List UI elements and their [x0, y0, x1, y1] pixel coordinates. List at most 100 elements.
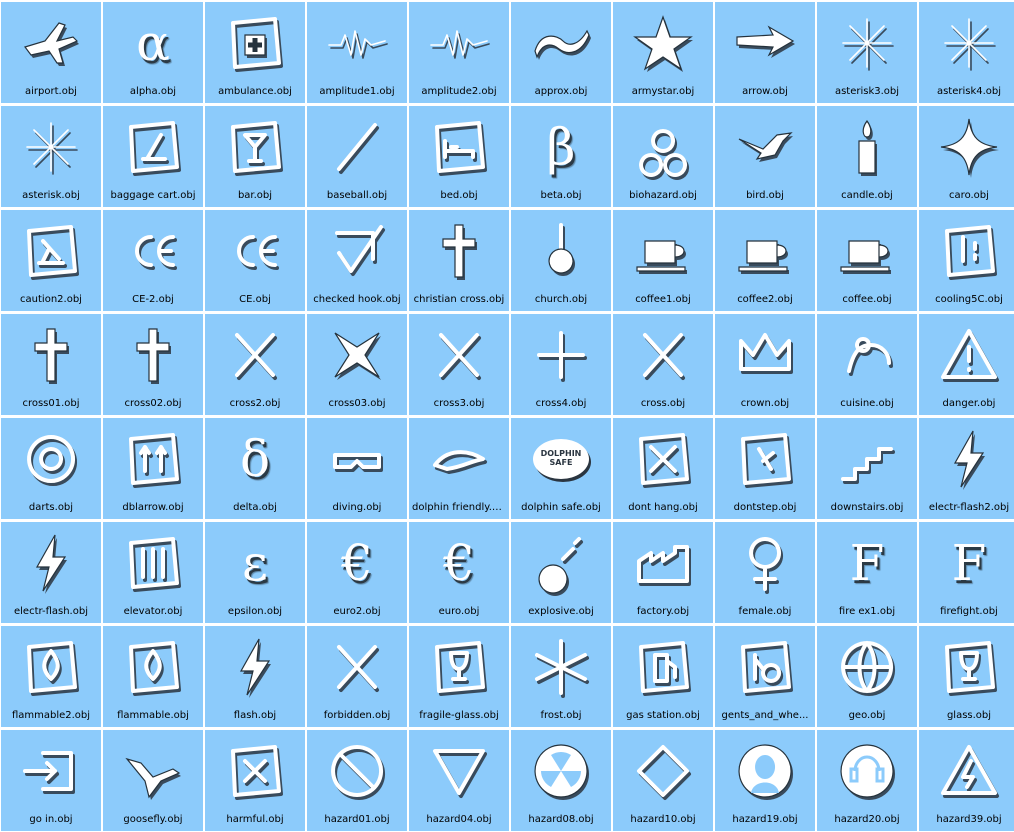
no-entry-icon	[307, 736, 407, 806]
icon-tile[interactable]: glass.obj	[919, 626, 1014, 727]
icon-tile[interactable]: coffee.obj	[817, 210, 917, 311]
icon-tile[interactable]: checked hook.obj	[307, 210, 407, 311]
icon-tile[interactable]: bar.obj	[205, 106, 305, 207]
tile-label: dont hang.obj	[628, 502, 698, 513]
icon-tile[interactable]: amplitude1.obj	[307, 2, 407, 103]
icon-tile[interactable]: forbidden.obj	[307, 626, 407, 727]
icon-tile[interactable]: DOLPHIN SAFE dolphin safe.obj	[511, 418, 611, 519]
amplitude-icon	[409, 8, 509, 78]
icon-tile[interactable]: cross03.obj	[307, 314, 407, 415]
icon-tile[interactable]: gas station.obj	[613, 626, 713, 727]
icon-tile[interactable]: caution2.obj	[1, 210, 101, 311]
icon-tile[interactable]: airport.obj	[1, 2, 101, 103]
icon-tile[interactable]: coffee2.obj	[715, 210, 815, 311]
icon-tile[interactable]: amplitude2.obj	[409, 2, 509, 103]
tile-label: approx.obj	[534, 86, 588, 97]
icon-tile[interactable]: hazard20.obj	[817, 730, 917, 831]
icon-tile[interactable]: bed.obj	[409, 106, 509, 207]
icon-tile[interactable]: asterisk3.obj	[817, 2, 917, 103]
icon-tile[interactable]: flash.obj	[205, 626, 305, 727]
icon-tile[interactable]: flammable.obj	[103, 626, 203, 727]
icon-tile[interactable]: hazard10.obj	[613, 730, 713, 831]
icon-tile[interactable]: ambulance.obj	[205, 2, 305, 103]
tile-label: female.obj	[738, 606, 792, 617]
icon-tile[interactable]: asterisk4.obj	[919, 2, 1014, 103]
icon-tile[interactable]: candle.obj	[817, 106, 917, 207]
gas-pump-icon	[613, 632, 713, 702]
icon-tile[interactable]: go in.obj	[1, 730, 101, 831]
icon-tile[interactable]: female.obj	[715, 522, 815, 623]
icon-tile[interactable]: dont hang.obj	[613, 418, 713, 519]
icon-tile[interactable]: crown.obj	[715, 314, 815, 415]
glyph-character: F	[849, 534, 885, 592]
baggage-cart-icon	[103, 112, 203, 182]
icon-tile[interactable]: fragile-glass.obj	[409, 626, 509, 727]
coffee-cup-icon	[613, 216, 713, 286]
icon-tile[interactable]: gents_and_whe...	[715, 626, 815, 727]
icon-tile[interactable]: factory.obj	[613, 522, 713, 623]
arrow-icon	[715, 8, 815, 78]
icon-tile[interactable]: Ffirefight.obj	[919, 522, 1014, 623]
icon-tile[interactable]: hazard01.obj	[307, 730, 407, 831]
tile-label: crown.obj	[740, 398, 790, 409]
icon-tile[interactable]: explosive.obj	[511, 522, 611, 623]
icon-tile[interactable]: elevator.obj	[103, 522, 203, 623]
icon-tile[interactable]: caro.obj	[919, 106, 1014, 207]
icon-tile[interactable]: armystar.obj	[613, 2, 713, 103]
icon-tile[interactable]: cross3.obj	[409, 314, 509, 415]
tile-label: fragile-glass.obj	[419, 710, 499, 721]
icon-tile[interactable]: cross01.obj	[1, 314, 101, 415]
icon-tile[interactable]: cooling5C.obj	[919, 210, 1014, 311]
icon-tile[interactable]: CE.obj	[205, 210, 305, 311]
icon-tile[interactable]: dolphin friendly.obj	[409, 418, 509, 519]
icon-tile[interactable]: church.obj	[511, 210, 611, 311]
icon-tile[interactable]: cross2.obj	[205, 314, 305, 415]
icon-tile[interactable]: cross02.obj	[103, 314, 203, 415]
icon-tile[interactable]: β beta.obj	[511, 106, 611, 207]
icon-tile[interactable]: approx.obj	[511, 2, 611, 103]
icon-tile[interactable]: danger.obj	[919, 314, 1014, 415]
icon-tile[interactable]: ε epsilon.obj	[205, 522, 305, 623]
icon-tile[interactable]: baggage cart.obj	[103, 106, 203, 207]
icon-tile[interactable]: biohazard.obj	[613, 106, 713, 207]
icon-tile[interactable]: hazard08.obj	[511, 730, 611, 831]
icon-tile[interactable]: cross4.obj	[511, 314, 611, 415]
icon-tile[interactable]: cuisine.obj	[817, 314, 917, 415]
icon-tile[interactable]: CE-2.obj	[103, 210, 203, 311]
bar-icon	[205, 112, 305, 182]
icon-tile[interactable]: downstairs.obj	[817, 418, 917, 519]
icon-tile[interactable]: cross.obj	[613, 314, 713, 415]
icon-tile[interactable]: geo.obj	[817, 626, 917, 727]
icon-tile[interactable]: darts.obj	[1, 418, 101, 519]
tile-label: alpha.obj	[129, 86, 177, 97]
tile-label: CE.obj	[239, 294, 271, 305]
icon-tile[interactable]: electr-flash.obj	[1, 522, 101, 623]
icon-tile[interactable]: dontstep.obj	[715, 418, 815, 519]
icon-tile[interactable]: baseball.obj	[307, 106, 407, 207]
glyph-character: β	[546, 118, 576, 176]
icon-tile[interactable]: hazard39.obj	[919, 730, 1014, 831]
icon-tile[interactable]: harmful.obj	[205, 730, 305, 831]
icon-tile[interactable]: coffee1.obj	[613, 210, 713, 311]
icon-tile[interactable]: hazard04.obj	[409, 730, 509, 831]
icon-tile[interactable]: diving.obj	[307, 418, 407, 519]
tile-label: hazard01.obj	[324, 814, 390, 825]
icon-tile[interactable]: asterisk.obj	[1, 106, 101, 207]
tile-label: beta.obj	[540, 190, 582, 201]
icon-tile[interactable]: dblarrow.obj	[103, 418, 203, 519]
icon-tile[interactable]: δ delta.obj	[205, 418, 305, 519]
icon-tile[interactable]: frost.obj	[511, 626, 611, 727]
tile-label: downstairs.obj	[830, 502, 904, 513]
icon-tile[interactable]: flammable2.obj	[1, 626, 101, 727]
icon-tile[interactable]: Ffire ex1.obj	[817, 522, 917, 623]
icon-tile[interactable]: electr-flash2.obj	[919, 418, 1014, 519]
tile-label: dolphin safe.obj	[521, 502, 601, 513]
icon-tile[interactable]: arrow.obj	[715, 2, 815, 103]
icon-tile[interactable]: α alpha.obj	[103, 2, 203, 103]
icon-tile[interactable]: € euro2.obj	[307, 522, 407, 623]
icon-tile[interactable]: christian cross.obj	[409, 210, 509, 311]
icon-tile[interactable]: hazard19.obj	[715, 730, 815, 831]
icon-tile[interactable]: bird.obj	[715, 106, 815, 207]
icon-tile[interactable]: € euro.obj	[409, 522, 509, 623]
icon-tile[interactable]: goosefly.obj	[103, 730, 203, 831]
